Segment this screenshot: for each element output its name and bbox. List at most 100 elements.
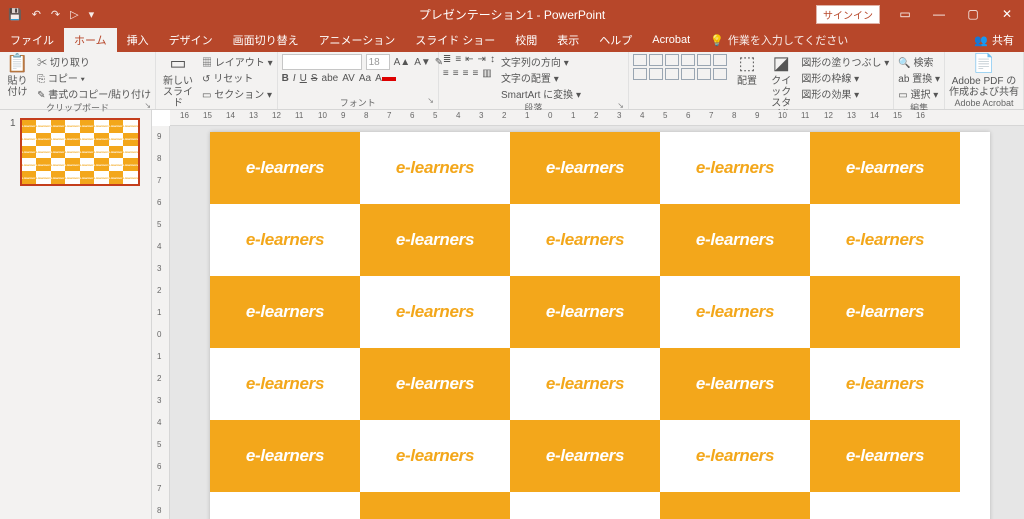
tab-review[interactable]: 校閲 [505, 28, 547, 52]
tell-me[interactable]: 💡 作業を入力してください [700, 28, 858, 52]
pattern-cell[interactable]: e-learners [810, 420, 960, 492]
maximize-button[interactable]: ▢ [956, 0, 990, 28]
find-button[interactable]: 🔍 検索 [898, 54, 940, 69]
pattern-cell[interactable]: e-learners [660, 348, 810, 420]
font-family-select[interactable] [282, 54, 362, 70]
section-button[interactable]: ▭ セクション ▾ [202, 86, 273, 101]
pattern-cell[interactable]: e-learners [210, 276, 360, 348]
tab-design[interactable]: デザイン [159, 28, 223, 52]
italic-button[interactable]: I [293, 73, 296, 84]
create-pdf-button[interactable]: 📄 Adobe PDF の 作成および共有 [949, 54, 1019, 98]
font-color-button[interactable]: A [375, 73, 396, 84]
pattern-cell[interactable]: e-learners [510, 492, 660, 519]
shapes-gallery[interactable] [633, 54, 727, 80]
pattern-cell[interactable]: e-learners [210, 348, 360, 420]
strike-button[interactable]: S [311, 73, 318, 84]
underline-button[interactable]: U [300, 73, 307, 84]
grow-font-button[interactable]: A▲ [394, 57, 411, 68]
replace-button[interactable]: ab 置換 ▾ [898, 70, 940, 85]
pattern-cell[interactable]: e-learners [810, 348, 960, 420]
font-launcher-icon[interactable]: ↘ [427, 96, 434, 105]
pattern-cell[interactable]: e-learners [360, 204, 510, 276]
pattern-cell[interactable]: e-learners [360, 420, 510, 492]
tab-animations[interactable]: アニメーション [309, 28, 406, 52]
arrange-button[interactable]: ⬚ 配置 [733, 54, 761, 87]
pattern-cell[interactable]: e-learners [660, 420, 810, 492]
pattern-cell[interactable]: e-learners [210, 492, 360, 519]
pattern-cell[interactable]: e-learners [660, 132, 810, 204]
pattern-cell[interactable]: e-learners [510, 420, 660, 492]
pattern-cell[interactable]: e-learners [210, 204, 360, 276]
pattern-cell[interactable]: e-learners [360, 276, 510, 348]
indent-dec-button[interactable]: ⇤ [465, 54, 473, 65]
tab-view[interactable]: 表示 [547, 28, 589, 52]
pattern-cell[interactable]: e-learners [810, 492, 960, 519]
font-size-select[interactable]: 18 [366, 54, 390, 70]
align-center-button[interactable]: ≡ [453, 68, 459, 79]
clipboard-launcher-icon[interactable]: ↘ [144, 101, 151, 110]
tab-insert[interactable]: 挿入 [117, 28, 159, 52]
copy-button[interactable]: ⎘ コピー ▾ [37, 70, 151, 85]
tab-slideshow[interactable]: スライド ショー [405, 28, 505, 52]
slide-surface[interactable]: e-learnerse-learnerse-learnerse-learners… [210, 132, 990, 519]
pattern-cell[interactable]: e-learners [660, 492, 810, 519]
pattern-cell[interactable]: e-learners [660, 204, 810, 276]
reset-button[interactable]: ↺ リセット [202, 70, 273, 85]
shrink-font-button[interactable]: A▼ [414, 57, 431, 68]
pattern-cell[interactable]: e-learners [510, 276, 660, 348]
align-right-button[interactable]: ≡ [463, 68, 469, 79]
tab-file[interactable]: ファイル [0, 28, 64, 52]
layout-button[interactable]: ▦ レイアウト ▾ [202, 54, 273, 69]
pattern-cell[interactable]: e-learners [510, 204, 660, 276]
undo-icon[interactable]: ↶ [32, 8, 41, 21]
editor-canvas[interactable]: e-learnerse-learnerse-learnerse-learners… [170, 126, 1024, 519]
shape-effects-button[interactable]: 図形の効果 ▾ [801, 86, 889, 101]
start-slideshow-icon[interactable]: ▷ [70, 8, 78, 21]
case-button[interactable]: Aa [359, 73, 371, 84]
pattern-cell[interactable]: e-learners [510, 348, 660, 420]
spacing-button[interactable]: AV [342, 73, 355, 84]
tab-home[interactable]: ホーム [64, 28, 117, 52]
align-left-button[interactable]: ≡ [443, 68, 449, 79]
columns-button[interactable]: ▥ [482, 68, 491, 79]
bold-button[interactable]: B [282, 73, 289, 84]
numbering-button[interactable]: ≡ [455, 54, 461, 65]
minimize-button[interactable]: — [922, 0, 956, 28]
indent-inc-button[interactable]: ⇥ [478, 54, 486, 65]
paste-button[interactable]: 📋 貼り付け [4, 54, 31, 98]
new-slide-button[interactable]: ▭ 新しい スライド [160, 54, 196, 109]
tab-acrobat[interactable]: Acrobat [642, 28, 700, 52]
cut-button[interactable]: ✂ 切り取り [37, 54, 151, 69]
slide-1-thumbnail[interactable]: e-learnerse-learnerse-learnerse-learners… [20, 118, 140, 186]
select-button[interactable]: ▭ 選択 ▾ [898, 86, 940, 101]
pattern-cell[interactable]: e-learners [510, 132, 660, 204]
shadow-button[interactable]: abe [322, 73, 339, 84]
pattern-cell[interactable]: e-learners [810, 276, 960, 348]
ribbon-options-icon[interactable]: ▭ [888, 0, 922, 28]
share-button[interactable]: 👥 共有 [964, 28, 1024, 52]
format-painter-button[interactable]: ✎ 書式のコピー/貼り付け [37, 86, 151, 101]
text-direction-button[interactable]: 文字列の方向 ▾ [501, 54, 581, 69]
paragraph-launcher-icon[interactable]: ↘ [617, 101, 624, 110]
pattern-cell[interactable]: e-learners [660, 276, 810, 348]
pattern-cell[interactable]: e-learners [360, 132, 510, 204]
justify-button[interactable]: ≡ [472, 68, 478, 79]
pattern-cell[interactable]: e-learners [810, 204, 960, 276]
smartart-button[interactable]: SmartArt に変換 ▾ [501, 86, 581, 101]
shape-outline-button[interactable]: 図形の枠線 ▾ [801, 70, 889, 85]
shape-fill-button[interactable]: 図形の塗りつぶし ▾ [801, 54, 889, 69]
pattern-cell[interactable]: e-learners [810, 132, 960, 204]
pattern-cell[interactable]: e-learners [360, 492, 510, 519]
tab-help[interactable]: ヘルプ [589, 28, 642, 52]
pattern-cell[interactable]: e-learners [210, 132, 360, 204]
align-text-button[interactable]: 文字の配置 ▾ [501, 70, 581, 85]
pattern-cell[interactable]: e-learners [360, 348, 510, 420]
signin-button[interactable]: サインイン [816, 5, 880, 24]
pattern-cell[interactable]: e-learners [210, 420, 360, 492]
save-icon[interactable]: 💾 [8, 8, 22, 21]
bullets-button[interactable]: ≣ [443, 54, 451, 65]
line-spacing-button[interactable]: ↕ [490, 54, 495, 65]
redo-icon[interactable]: ↷ [51, 8, 60, 21]
qat-more-icon[interactable]: ▾ [89, 8, 95, 21]
close-button[interactable]: ✕ [990, 0, 1024, 28]
